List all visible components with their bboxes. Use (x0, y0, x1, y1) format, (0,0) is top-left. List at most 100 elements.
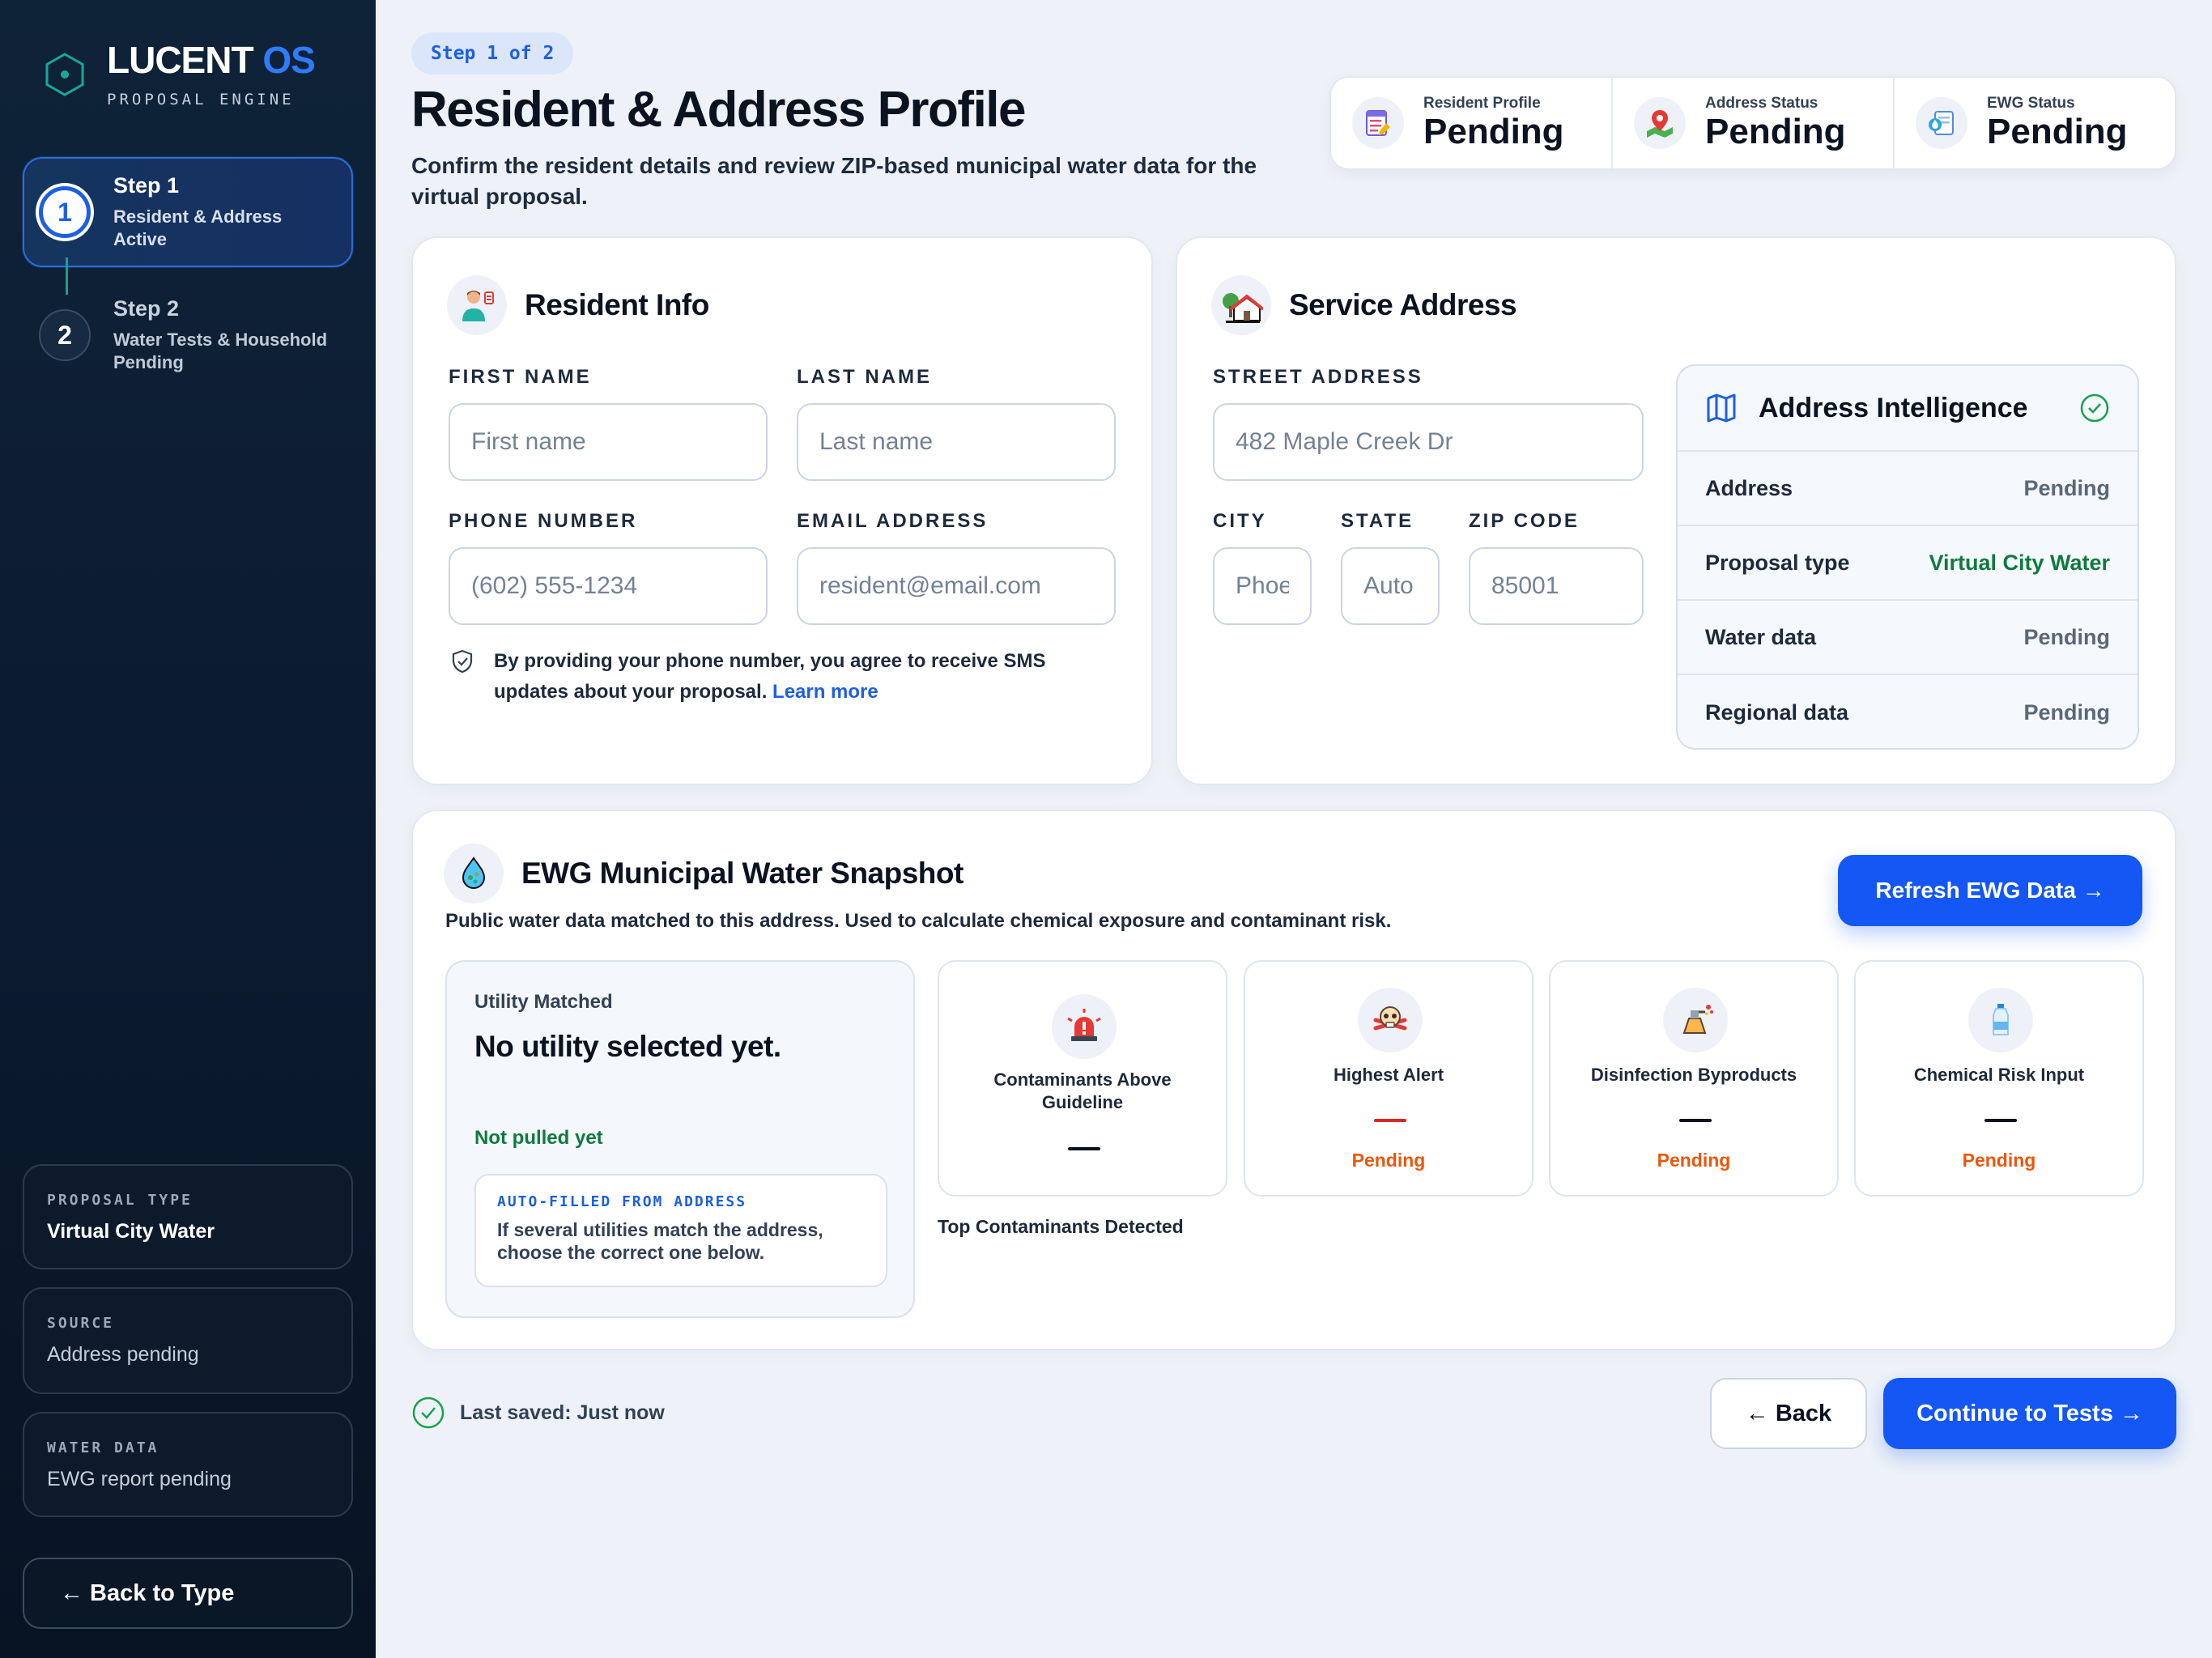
metric-3-value (1679, 1119, 1712, 1122)
resident-info-title: Resident Info (525, 288, 709, 321)
brand-subtitle: PROPOSAL ENGINE (107, 91, 295, 108)
step-1-state: Active (113, 229, 168, 249)
step-2-desc: Water Tests & Household (113, 329, 328, 350)
service-address-title: Service Address (1289, 288, 1517, 321)
ai-regional-data-key: Regional data (1705, 699, 1849, 725)
refresh-ewg-data-button[interactable]: Refresh EWG Data → (1838, 855, 2142, 926)
zip-input[interactable] (1469, 547, 1644, 625)
metric-4-label: Chemical Risk Input (1913, 1065, 2085, 1085)
metric-2-value (1374, 1119, 1406, 1122)
zip-label: ZIP CODE (1469, 510, 1580, 532)
service-address-header: Service Address (1211, 275, 1517, 335)
step-2-title[interactable]: Step 2 (113, 296, 179, 321)
metric-4-status: Pending (1962, 1150, 2036, 1171)
ai-proposal-type-key: Proposal type (1705, 550, 1850, 575)
metric-disinfection-byproducts: Disinfection Byproducts Pending (1549, 960, 1839, 1197)
folded-map-icon (1707, 393, 1736, 423)
ewg-snapshot-subtitle: Public water data matched to this addres… (445, 910, 1392, 932)
utility-matched-panel: Utility Matched No utility selected yet.… (445, 960, 915, 1318)
skull-crossbones-icon (1358, 988, 1423, 1052)
address-intelligence-title: Address Intelligence (1759, 392, 2028, 423)
address-intelligence-header: Address Intelligence (1678, 366, 2138, 452)
metric-2-status: Pending (1351, 1150, 1426, 1171)
sms-consent-notice: By providing your phone number, you agre… (450, 646, 1066, 708)
step-2-state: Pending (113, 352, 184, 372)
city-input[interactable] (1213, 547, 1312, 625)
first-name-input[interactable] (449, 403, 768, 481)
metric-contaminants-above-guideline: Contaminants Above Guideline (938, 960, 1227, 1197)
sidebar: LUCENT OS PROPOSAL ENGINE 1 Step 1 Resid… (0, 0, 376, 1658)
last-name-label: LAST NAME (797, 366, 932, 388)
water-data-card: WATER DATA EWG report pending (23, 1412, 353, 1517)
ai-proposal-type-value: Virtual City Water (1929, 550, 2110, 575)
status-resident-label: Resident Profile (1423, 95, 1541, 112)
utility-pull-status: Not pulled yet (474, 1127, 603, 1149)
house-icon (1211, 275, 1271, 335)
ai-row-address: Address Pending (1678, 452, 2138, 526)
shield-check-icon (452, 649, 473, 674)
save-status: Last saved: Just now (411, 1396, 665, 1430)
ewg-snapshot-header: EWG Municipal Water Snapshot (444, 844, 963, 903)
map-pin-icon (1634, 97, 1686, 149)
page-description: Confirm the resident details and review … (411, 153, 1257, 209)
status-resident-profile: Resident Profile Pending (1331, 78, 1613, 168)
step-1-number: 1 (39, 186, 91, 238)
street-address-label: STREET ADDRESS (1213, 366, 1423, 388)
source-value: Address pending (47, 1343, 199, 1366)
email-input[interactable] (797, 547, 1116, 625)
metric-3-label: Disinfection Byproducts (1590, 1065, 1797, 1085)
metric-4-value (1984, 1119, 2017, 1122)
step-2-number[interactable]: 2 (39, 309, 91, 361)
metric-1-label: Contaminants Above Guideline (993, 1069, 1172, 1112)
water-report-icon (1916, 97, 1967, 149)
chemical-spray-icon (1663, 988, 1728, 1052)
utility-matched-label: Utility Matched (474, 991, 613, 1013)
first-name-label: FIRST NAME (449, 366, 592, 388)
profile-form-icon (1352, 97, 1404, 149)
brand-name: LUCENT OS (107, 39, 316, 81)
ai-row-regional-data: Regional data Pending (1678, 675, 2138, 748)
page-title: Resident & Address Profile (411, 82, 1027, 138)
utility-matched-value: No utility selected yet. (474, 1030, 781, 1063)
ai-row-proposal-type: Proposal type Virtual City Water (1678, 526, 2138, 601)
auto-filled-line1: If several utilities match the address, (497, 1219, 823, 1240)
ai-water-data-key: Water data (1705, 624, 1817, 649)
status-ewg-value: Pending (1987, 112, 2128, 151)
city-label: CITY (1213, 510, 1267, 532)
hexagon-logo-icon (45, 53, 84, 96)
metric-1-value (1068, 1147, 1100, 1150)
street-address-input[interactable] (1213, 403, 1644, 481)
metric-2-label: Highest Alert (1333, 1065, 1444, 1085)
phone-label: PHONE NUMBER (449, 510, 638, 532)
step-pill: Step 1 of 2 (411, 32, 574, 74)
top-contaminants-heading: Top Contaminants Detected (938, 1216, 1184, 1237)
ai-water-data-value: Pending (2023, 624, 2111, 649)
status-address-label: Address Status (1705, 95, 1819, 112)
auto-filled-line2: choose the correct one below. (497, 1242, 765, 1263)
status-ewg: EWG Status Pending (1895, 78, 2175, 168)
email-label: EMAIL ADDRESS (797, 510, 989, 532)
auto-filled-label: AUTO-FILLED FROM ADDRESS (497, 1193, 747, 1210)
status-address: Address Status Pending (1613, 78, 1895, 168)
metric-chemical-risk-input: Chemical Risk Input Pending (1854, 960, 2144, 1197)
back-to-type-button[interactable]: ← Back to Type (23, 1558, 353, 1629)
last-saved-text: Last saved: Just now (460, 1401, 665, 1424)
ai-address-value: Pending (2023, 475, 2111, 500)
sms-notice-line2: updates about your proposal. (494, 681, 768, 703)
proposal-type-card: PROPOSAL TYPE Virtual City Water (23, 1164, 353, 1269)
back-button[interactable]: ← Back (1710, 1378, 1867, 1449)
resident-info-header: Resident Info (447, 275, 709, 335)
alarm-siren-icon (1052, 994, 1117, 1059)
last-name-input[interactable] (797, 403, 1116, 481)
status-resident-value: Pending (1423, 112, 1564, 151)
step-1-title: Step 1 (113, 173, 180, 198)
learn-more-link[interactable]: Learn more (772, 681, 878, 703)
phone-input[interactable] (449, 547, 768, 625)
proposal-type-label: PROPOSAL TYPE (47, 1192, 193, 1209)
ewg-snapshot-title: EWG Municipal Water Snapshot (521, 857, 963, 890)
state-input[interactable] (1341, 547, 1440, 625)
auto-filled-notice: AUTO-FILLED FROM ADDRESS If several util… (474, 1174, 887, 1287)
continue-to-tests-button[interactable]: Continue to Tests → (1883, 1378, 2176, 1449)
metric-3-status: Pending (1657, 1150, 1731, 1171)
ai-row-water-data: Water data Pending (1678, 601, 2138, 675)
